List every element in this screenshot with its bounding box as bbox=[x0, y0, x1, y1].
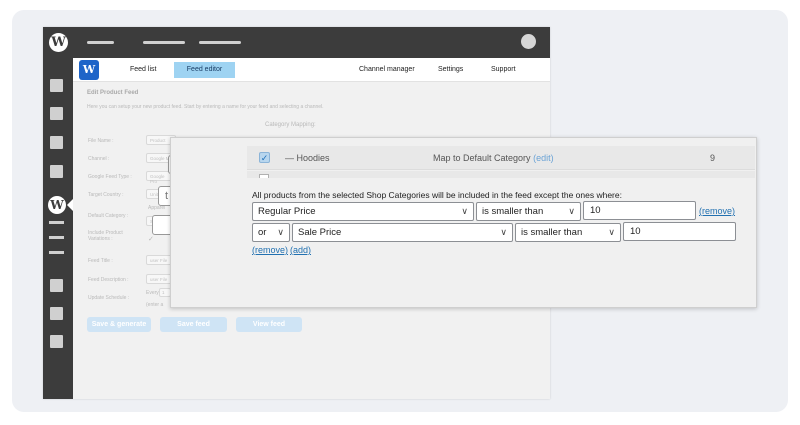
rule1-condition-select[interactable]: is smaller than ∨ bbox=[476, 202, 581, 221]
category-row: ✓ — Hoodies Map to Default Category (edi… bbox=[247, 146, 755, 170]
include-variations-checkbox[interactable]: ✓ bbox=[148, 235, 154, 243]
sidebar-menu-icon-3[interactable] bbox=[50, 136, 63, 149]
feed-title-label: Feed Title : bbox=[88, 258, 113, 264]
category-edit-link[interactable]: (edit) bbox=[533, 153, 554, 163]
rule1-field-select[interactable]: Regular Price ∨ bbox=[252, 202, 474, 221]
add-link[interactable]: (add) bbox=[290, 245, 311, 255]
category-row-partial bbox=[247, 171, 755, 178]
rule2-field-value: Sale Price bbox=[298, 227, 342, 238]
category-count: 9 bbox=[710, 153, 716, 163]
submenu-item-1[interactable] bbox=[49, 221, 64, 224]
category-checkbox-2[interactable] bbox=[259, 174, 269, 178]
rule1-remove-link[interactable]: (remove) bbox=[699, 206, 735, 216]
nav-settings[interactable]: Settings bbox=[438, 58, 463, 82]
nav-support[interactable]: Support bbox=[491, 58, 516, 82]
nav-feed-list[interactable]: Feed list bbox=[130, 58, 156, 82]
submenu-item-2[interactable] bbox=[49, 236, 64, 239]
rule2-connector-value: or bbox=[258, 227, 267, 238]
nav-feed-editor[interactable]: Feed editor bbox=[174, 62, 235, 78]
view-feed-button[interactable]: View feed bbox=[236, 317, 302, 332]
remove-link[interactable]: (remove) bbox=[252, 245, 288, 255]
sidebar-menu-icon-7[interactable] bbox=[50, 335, 63, 348]
submenu-item-3[interactable] bbox=[49, 251, 64, 254]
rule2-field-select[interactable]: Sale Price ∨ bbox=[292, 223, 513, 242]
category-mapping: Map to Default Category (edit) bbox=[433, 146, 554, 170]
category-checkbox[interactable]: ✓ bbox=[259, 152, 270, 163]
include-variations-label: Include Product Variations : bbox=[88, 230, 123, 242]
update-schedule-note: (enter a bbox=[146, 302, 164, 308]
update-schedule-label: Update Schedule : bbox=[88, 295, 130, 301]
admin-sidebar: W bbox=[43, 58, 73, 399]
sidebar-menu-icon-2[interactable] bbox=[50, 107, 63, 120]
sidebar-menu-icon-6[interactable] bbox=[50, 307, 63, 320]
channel-label: Channel : bbox=[88, 156, 110, 162]
chevron-down-icon: ∨ bbox=[568, 206, 575, 216]
category-name: — Hoodies bbox=[285, 153, 330, 163]
top-bar-placeholder-3 bbox=[199, 41, 241, 44]
default-category-label: Default Category : bbox=[88, 213, 129, 219]
sidebar-menu-icon-4[interactable] bbox=[50, 165, 63, 178]
wordpress-logo-icon[interactable]: W bbox=[49, 33, 68, 52]
nav-channel-manager[interactable]: Channel manager bbox=[359, 58, 415, 82]
feed-description-label: Feed Description : bbox=[88, 277, 129, 283]
save-feed-button[interactable]: Save feed bbox=[160, 317, 227, 332]
update-schedule-every: Every bbox=[146, 290, 159, 296]
rule1-condition-value: is smaller than bbox=[482, 206, 544, 217]
category-mapping-label: Category Mapping: bbox=[265, 122, 316, 128]
page-title: Edit Product Feed bbox=[87, 90, 139, 96]
chevron-down-icon: ∨ bbox=[608, 227, 615, 237]
sidebar-menu-icon-1[interactable] bbox=[50, 79, 63, 92]
page-intro: Here you can setup your new product feed… bbox=[87, 104, 324, 110]
plugin-nav: W Feed list Feed editor Channel manager … bbox=[73, 58, 550, 82]
rule2-condition-value: is smaller than bbox=[521, 227, 583, 238]
top-bar-placeholder-2 bbox=[143, 41, 185, 44]
target-country-label: Target Country : bbox=[88, 192, 124, 198]
file-name-label: File Name : bbox=[88, 138, 114, 144]
rule-intro-text: All products from the selected Shop Cate… bbox=[252, 190, 622, 200]
rule2-condition-select[interactable]: is smaller than ∨ bbox=[515, 223, 621, 242]
save-generate-button[interactable]: Save & generate bbox=[87, 317, 151, 332]
plugin-menu-icon[interactable]: W bbox=[48, 196, 66, 214]
user-avatar-icon[interactable] bbox=[521, 34, 536, 49]
filter-rules-panel: ✓ — Hoodies Map to Default Category (edi… bbox=[170, 137, 757, 308]
category-mapping-text: Map to Default Category bbox=[433, 153, 531, 163]
admin-top-bar: W bbox=[43, 27, 550, 58]
rule1-value-input[interactable]: 10 bbox=[583, 201, 696, 220]
google-feed-type-label: Google Feed Type : bbox=[88, 174, 132, 180]
rule2-connector-select[interactable]: or ∨ bbox=[252, 223, 290, 242]
chevron-down-icon: ∨ bbox=[461, 206, 468, 216]
rule1-field-value: Regular Price bbox=[258, 206, 316, 217]
sidebar-menu-icon-5[interactable] bbox=[50, 279, 63, 292]
chevron-down-icon: ∨ bbox=[277, 227, 284, 237]
rule2-value-input[interactable]: 10 bbox=[623, 222, 736, 241]
plugin-logo-icon: W bbox=[79, 60, 99, 80]
chevron-down-icon: ∨ bbox=[500, 227, 507, 237]
top-bar-placeholder-1 bbox=[87, 41, 114, 44]
